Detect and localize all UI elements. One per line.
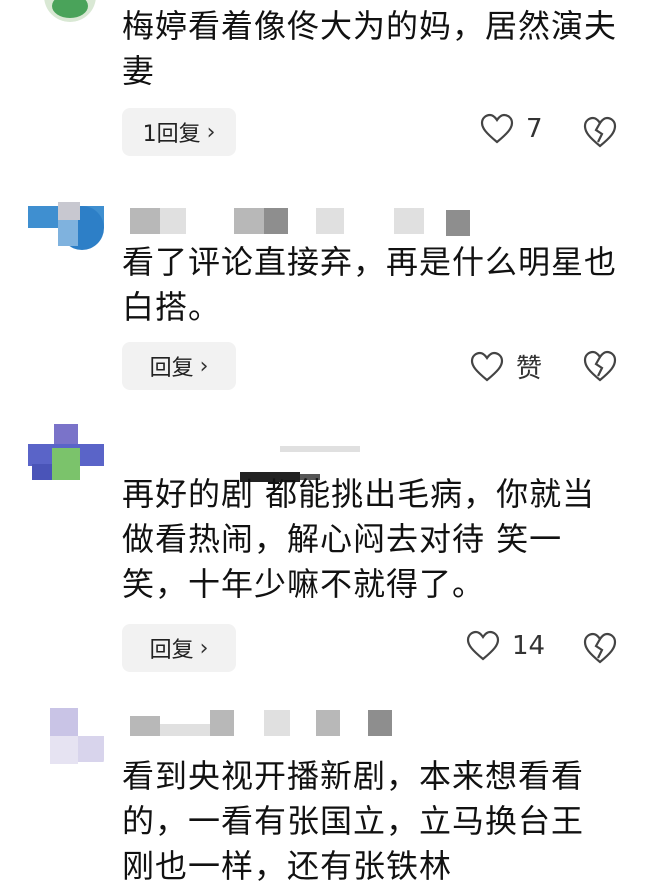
- like-count: 14: [512, 631, 546, 661]
- broken-heart-icon[interactable]: [582, 114, 618, 150]
- avatar[interactable]: [42, 0, 98, 22]
- comment-text: 再好的剧 都能挑出毛病，你就当做看热闹，解心闷去对待 笑一笑，十年少嘛不就得了。: [122, 475, 596, 603]
- like-count: 7: [526, 114, 543, 144]
- reply-button[interactable]: 回复 ›: [122, 624, 236, 672]
- avatar[interactable]: [28, 198, 104, 254]
- comment-text: 梅婷看着像佟大为的妈，居然演夫妻: [122, 7, 618, 90]
- heart-outline-icon: [480, 113, 514, 144]
- like-button[interactable]: 赞: [470, 348, 542, 385]
- broken-heart-icon[interactable]: [582, 348, 618, 384]
- chevron-right-icon: ›: [199, 635, 209, 661]
- username-redacted: [130, 710, 490, 740]
- username-redacted: [130, 208, 490, 238]
- avatar[interactable]: [28, 708, 104, 764]
- avatar[interactable]: [28, 424, 104, 480]
- reply-button[interactable]: 1回复 ›: [122, 108, 236, 156]
- comment-text: 看到央视开播新剧，本来想看看的，一看有张国立，立马换台王刚也一样，还有张铁林: [122, 757, 585, 885]
- reply-label: 回复: [149, 356, 194, 381]
- heart-outline-icon: [466, 630, 500, 661]
- broken-heart-icon[interactable]: [582, 630, 618, 666]
- reply-label: 回复: [149, 638, 194, 663]
- username-redacted: [130, 444, 490, 482]
- like-button[interactable]: 14: [466, 630, 545, 662]
- reply-label: 1回复: [142, 122, 201, 147]
- like-count: 赞: [516, 354, 543, 384]
- chevron-right-icon: ›: [199, 353, 209, 379]
- chevron-right-icon: ›: [206, 119, 216, 145]
- comment-text: 看了评论直接弃，再是什么明星也白搭。: [122, 243, 618, 326]
- reply-button[interactable]: 回复 ›: [122, 342, 236, 390]
- heart-outline-icon: [470, 351, 504, 381]
- like-button[interactable]: 7: [480, 113, 543, 145]
